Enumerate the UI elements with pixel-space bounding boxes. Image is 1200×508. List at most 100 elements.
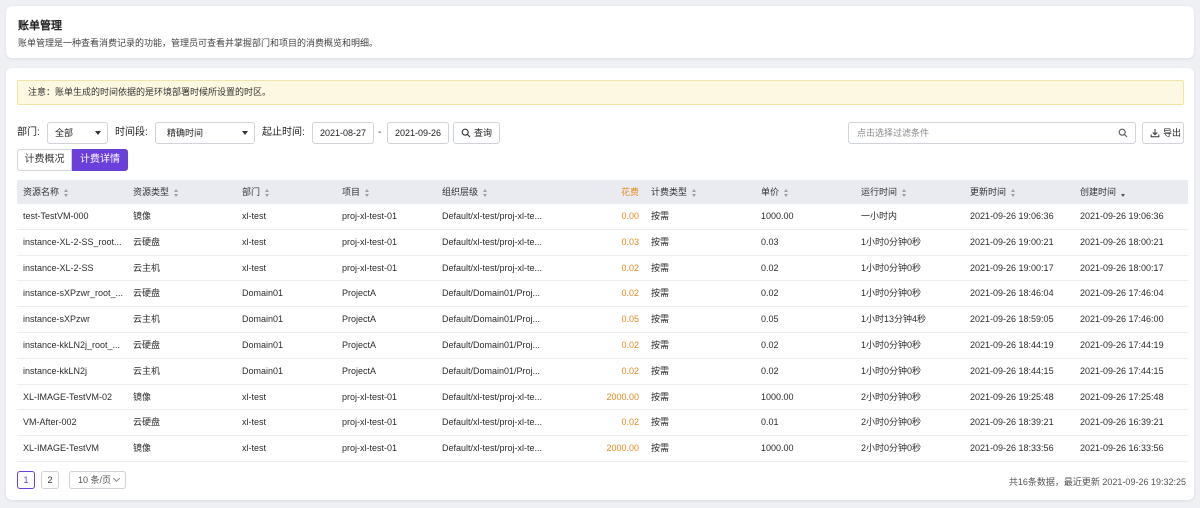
cell-created: 2021-09-26 17:44:19 xyxy=(1080,339,1164,350)
cell-department: xl-test xyxy=(242,262,267,273)
table-row[interactable]: XL-IMAGE-TestVM-02 镜像 xl-test proj-xl-test-… xyxy=(17,385,1188,411)
cell-created: 2021-09-26 18:00:17 xyxy=(1080,262,1164,273)
page-button-2[interactable]: 2 xyxy=(41,471,59,489)
table-row[interactable]: instance-kkLN2j_root_... 云硬盘 Domain01 Proje… xyxy=(17,333,1188,359)
cell-project: proj-xl-test-01 xyxy=(342,262,398,273)
column-header-updated[interactable]: 更新时间 xyxy=(970,180,1016,204)
cell-billing: 按需 xyxy=(651,365,670,376)
table-row[interactable]: instance-kkLN2j 云主机 Domain01 ProjectA Defaul… xyxy=(17,359,1188,385)
cell-name: instance-sXPzwr xyxy=(23,314,91,325)
page-button-1[interactable]: 1 xyxy=(17,471,35,489)
cell-billing: 按需 xyxy=(651,417,670,428)
export-button-label: 导出 xyxy=(1163,128,1182,138)
filter-search[interactable] xyxy=(848,122,1136,144)
cell-org: Default/Domain01/Proj... xyxy=(442,288,541,299)
page-title: 账单管理 xyxy=(18,20,62,32)
cell-price: 0.01 xyxy=(761,417,779,428)
cell-department: xl-test xyxy=(242,391,267,402)
sort-icon xyxy=(265,188,270,197)
timezone-notice: 注意：账单生成的时间依据的是环境部署时候所设置的时区。 xyxy=(17,80,1184,105)
cell-project: ProjectA xyxy=(342,314,377,325)
cell-price: 0.02 xyxy=(761,365,779,376)
column-header-created[interactable]: 创建时间 xyxy=(1080,180,1126,204)
cell-project: proj-xl-test-01 xyxy=(342,236,398,247)
cell-cost: 0.05 xyxy=(621,314,639,325)
sort-icon xyxy=(64,188,69,197)
cell-name: test-TestVM-000 xyxy=(23,211,89,221)
cell-org: Default/Domain01/Proj... xyxy=(442,314,541,325)
cell-department: xl-test xyxy=(242,443,267,454)
cell-billing: 按需 xyxy=(651,443,670,454)
search-icon xyxy=(1118,128,1128,138)
caret-down-icon xyxy=(95,131,101,135)
cell-org: Default/xl-test/proj-xl-te... xyxy=(442,417,543,428)
sort-icon xyxy=(902,188,907,197)
cell-price: 0.02 xyxy=(761,339,779,350)
cell-type: 镜像 xyxy=(133,391,152,402)
cell-cost: 0.02 xyxy=(621,417,639,428)
cell-cost: 2000.00 xyxy=(606,443,639,454)
column-header-project[interactable]: 项目 xyxy=(342,180,370,204)
table-row[interactable]: XL-IMAGE-TestVM 镜像 xl-test proj-xl-test-01 D… xyxy=(17,436,1188,462)
sort-icon xyxy=(174,188,179,197)
cell-price: 1000.00 xyxy=(761,443,794,454)
cell-updated: 2021-09-26 18:44:15 xyxy=(970,365,1054,376)
cell-created: 2021-09-26 17:46:04 xyxy=(1080,288,1164,299)
cell-department: xl-test xyxy=(242,211,267,221)
sort-icon xyxy=(365,188,370,197)
cell-type: 镜像 xyxy=(133,211,152,221)
period-select[interactable]: 精确时间 xyxy=(155,122,255,144)
column-header-name[interactable]: 资源名称 xyxy=(23,180,69,204)
table-row[interactable]: instance-sXPzwr 云主机 Domain01 ProjectA Defaul… xyxy=(17,307,1188,333)
page-description: 账单管理是一种查看消费记录的功能，管理员可查看并掌握部门和项目的消费概览和明细。 xyxy=(18,38,379,48)
cell-runtime: 1小时13分钟4秒 xyxy=(861,314,927,325)
chevron-down-icon xyxy=(112,474,121,483)
sort-icon xyxy=(692,188,697,197)
start-date-input[interactable]: 2021-08-27 xyxy=(312,122,374,144)
tab-detail[interactable]: 计费详情 xyxy=(72,149,128,171)
range-separator: - xyxy=(378,127,382,138)
column-header-runtime[interactable]: 运行时间 xyxy=(861,180,907,204)
cell-project: proj-xl-test-01 xyxy=(342,211,398,221)
search-icon xyxy=(461,128,471,138)
cell-department: Domain01 xyxy=(242,339,284,350)
cell-type: 云硬盘 xyxy=(133,339,161,350)
cell-billing: 按需 xyxy=(651,391,670,402)
cell-billing: 按需 xyxy=(651,288,670,299)
department-select[interactable]: 全部 xyxy=(47,122,108,144)
column-header-price[interactable]: 单价 xyxy=(761,180,789,204)
table-row[interactable]: instance-XL-2-SS 云主机 xl-test proj-xl-test-0… xyxy=(17,256,1188,282)
table-row[interactable]: instance-XL-2-SS_root... 云硬盘 xl-test proj-x… xyxy=(17,230,1188,256)
filter-search-input[interactable] xyxy=(857,124,1117,142)
column-header-billing[interactable]: 计费类型 xyxy=(651,180,697,204)
cell-runtime: 1小时0分钟0秒 xyxy=(861,262,922,273)
table-row[interactable]: test-TestVM-000 镜像 xl-test proj-xl-test-01 D… xyxy=(17,204,1188,230)
export-button[interactable]: 导出 xyxy=(1142,122,1184,144)
table-row[interactable]: instance-sXPzwr_root_... 云硬盘 Domain01 Proje… xyxy=(17,281,1188,308)
cell-runtime: 2小时0分钟0秒 xyxy=(861,443,922,454)
cell-updated: 2021-09-26 18:39:21 xyxy=(970,417,1054,428)
table-row[interactable]: VM-After-002 云硬盘 xl-test proj-xl-test-01 Def… xyxy=(17,410,1188,437)
end-date-input[interactable]: 2021-09-26 xyxy=(387,122,449,144)
cell-name: instance-kkLN2j xyxy=(23,365,88,376)
cell-created: 2021-09-26 17:44:15 xyxy=(1080,365,1164,376)
cell-project: ProjectA xyxy=(342,365,377,376)
cell-price: 1000.00 xyxy=(761,211,794,221)
cell-project: proj-xl-test-01 xyxy=(342,391,398,402)
cell-type: 云主机 xyxy=(133,365,161,376)
column-header-org[interactable]: 组织层级 xyxy=(442,180,488,204)
column-header-department[interactable]: 部门 xyxy=(242,180,270,204)
tab-overview[interactable]: 计费概况 xyxy=(17,149,72,171)
sort-icon xyxy=(483,188,488,197)
cell-type: 镜像 xyxy=(133,443,152,454)
cell-updated: 2021-09-26 19:00:17 xyxy=(970,262,1054,273)
range-label: 起止时间: xyxy=(262,127,305,138)
column-header-type[interactable]: 资源类型 xyxy=(133,180,179,204)
page-size-select[interactable]: 10 条/页 xyxy=(69,471,126,489)
cell-org: Default/xl-test/proj-xl-te... xyxy=(442,211,543,221)
cell-department: xl-test xyxy=(242,236,267,247)
query-button[interactable]: 查询 xyxy=(453,122,500,144)
column-header-cost[interactable]: 花费 xyxy=(557,180,639,204)
department-select-value: 全部 xyxy=(55,128,74,138)
cell-name: XL-IMAGE-TestVM xyxy=(23,443,100,454)
